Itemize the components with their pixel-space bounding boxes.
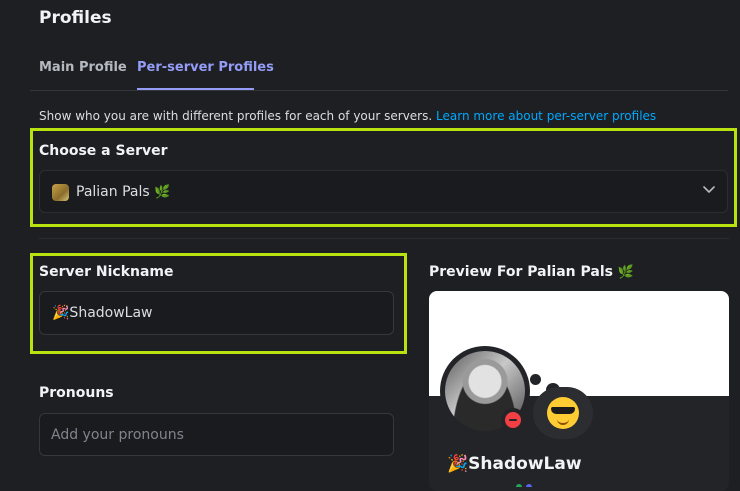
preview-label: Preview For Palian Pals 🌿 [429,264,634,280]
nickname-value: 🎉ShadowLaw [52,305,153,321]
leaf-icon: 🌿 [154,185,171,200]
sunglasses-emoji-icon [547,397,579,429]
status-indicator [501,408,525,432]
profile-preview-card: 🎉ShadowLaw [429,291,729,491]
do-not-disturb-icon [505,412,521,428]
pronouns-placeholder: Add your pronouns [51,427,184,443]
section-divider [39,238,729,239]
server-nickname-label: Server Nickname [39,264,174,280]
leaf-icon: 🌿 [617,265,635,280]
status-emoji-bubble [533,387,593,439]
pronouns-input[interactable]: Add your pronouns [39,413,394,456]
tabs-divider [30,90,728,91]
description-text: Show who you are with different profiles… [39,109,433,123]
server-name: Palian Pals [76,184,150,200]
description: Show who you are with different profiles… [39,109,656,123]
tab-main-profile[interactable]: Main Profile [39,60,127,75]
server-nickname-input[interactable]: 🎉ShadowLaw [39,291,394,335]
preview-label-text: Preview For Palian Pals [429,264,613,280]
server-select-value: Palian Pals 🌿 [76,184,170,200]
sunglasses [551,407,575,414]
preview-display-name: 🎉ShadowLaw [447,454,582,474]
dnd-bar [509,419,517,421]
server-select[interactable]: Palian Pals 🌿 [39,170,728,213]
learn-more-link[interactable]: Learn more about per-server profiles [436,109,656,123]
chevron-down-icon [703,186,715,193]
thought-bubble-small [530,374,541,385]
smile [557,417,569,425]
pronouns-label: Pronouns [39,385,114,401]
choose-server-label: Choose a Server [39,143,168,159]
server-icon [52,184,69,201]
tab-per-server-profiles[interactable]: Per-server Profiles [137,60,274,75]
page-title: Profiles [39,8,112,28]
